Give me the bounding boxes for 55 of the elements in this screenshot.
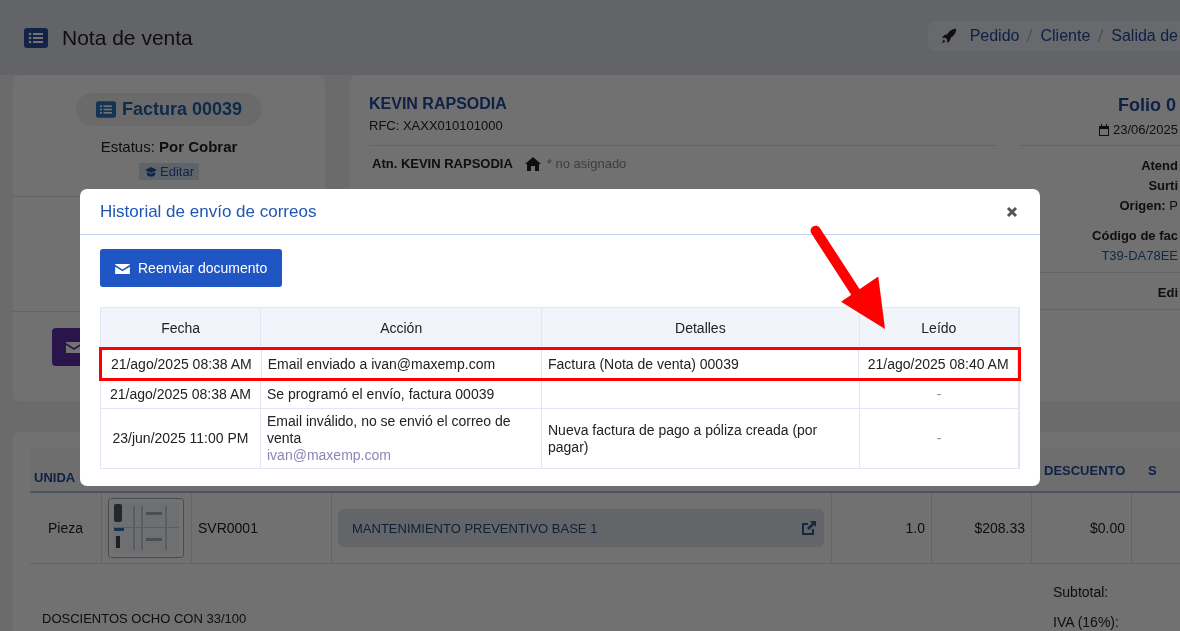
calendar-icon [1097, 123, 1110, 136]
breadcrumb-link[interactable]: Salida de [1111, 26, 1178, 45]
client-rfc: RFC: XAXX010101000 [369, 118, 504, 133]
rocket-icon [939, 26, 958, 45]
external-link-icon [802, 521, 816, 535]
total-label: IVA (16%): [1053, 614, 1120, 630]
table-cell-text: Email inválido, no se envió el correo de venta [267, 413, 512, 447]
status-label: Estatus: [100, 138, 155, 155]
close-icon [1006, 205, 1018, 218]
client-name: KEVIN RAPSODIA [369, 95, 508, 113]
invoice-number: Factura 00039 [121, 99, 243, 120]
origin-value: P [1169, 198, 1178, 213]
breadcrumb-link[interactable]: Pedido [969, 26, 1020, 45]
origin-label: Origen: [1119, 198, 1166, 213]
list-icon [95, 101, 116, 118]
attention-name: Atn. KEVIN RAPSODIA [372, 156, 513, 171]
table-cell: 23/jun/2025 11:00 PM [101, 409, 261, 468]
supplied-label: Surti [1148, 178, 1179, 194]
table-cell: 21/ago/2025 08:38 AM [101, 380, 261, 408]
edit-button[interactable]: Editar [139, 163, 199, 180]
total-label: Subtotal: [1053, 584, 1110, 600]
column-header: S [1147, 462, 1158, 478]
cap-icon [144, 165, 158, 178]
order-date: 23/06/2025 [1112, 122, 1178, 137]
table-cell: - [936, 430, 942, 447]
attended-label: Atend [1141, 158, 1179, 174]
table-cell: 1.0 [832, 493, 932, 563]
mail-icon [115, 262, 130, 274]
table-cell: 21/ago/2025 08:40 AM [867, 355, 1009, 373]
product-link[interactable]: MANTENIMIENTO PREVENTIVO BASE 1 [338, 509, 824, 547]
page-title: Nota de venta [62, 25, 193, 50]
breadcrumb-link[interactable]: Cliente [1040, 26, 1091, 45]
dialog-title: Historial de envío de correos [100, 201, 317, 222]
amount-in-words: DOSCIENTOS OCHO CON 33/100 [41, 611, 247, 626]
table-cell: Se programó el envío, factura 00039 [267, 385, 495, 403]
resend-button[interactable]: Reenviar documento [100, 249, 283, 287]
email-address: ivan@maxemp.com [267, 447, 391, 464]
status-value: Por Cobrar [159, 138, 238, 155]
house-icon [524, 156, 541, 171]
table-cell: $0.00 [1032, 493, 1132, 563]
list-icon [24, 27, 48, 48]
table-cell: Factura (Nota de venta) 00039 [548, 355, 739, 373]
table-cell: Pieza [30, 493, 102, 563]
code-link[interactable]: T39-DA78EE [1101, 248, 1180, 264]
table-cell: SVR0001 [192, 493, 332, 563]
table-cell: - [936, 385, 942, 403]
column-header: UNIDA [33, 469, 77, 485]
edit-label: Edi [1157, 285, 1179, 301]
table-cell: Email enviado a ivan@maxemp.com [267, 355, 496, 373]
code-label: Código de fac [1092, 228, 1179, 244]
column-header: DESCUENTO [1043, 462, 1127, 478]
folio-number: Folio 0 [1118, 95, 1177, 116]
table-cell-text: Nueva factura de pago a póliza creada (por pagar) [548, 421, 819, 456]
table-cell: 21/ago/2025 08:38 AM [102, 350, 262, 378]
table-cell: $208.33 [932, 493, 1032, 563]
